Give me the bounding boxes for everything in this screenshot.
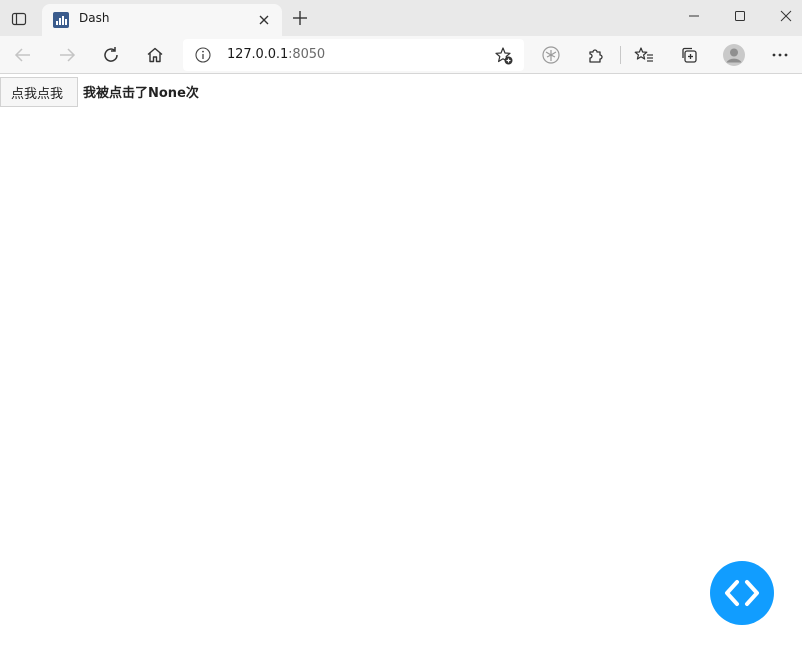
code-brackets-icon xyxy=(725,580,759,606)
url-text: 127.0.0.1:8050 xyxy=(227,47,325,62)
plus-icon[interactable] xyxy=(290,8,310,28)
url-port: :8050 xyxy=(288,47,326,62)
palm-tree-icon[interactable] xyxy=(539,43,563,67)
puzzle-icon[interactable] xyxy=(584,43,608,67)
address-bar[interactable]: 127.0.0.1:8050 xyxy=(183,39,524,71)
browser-tab-dash[interactable]: Dash xyxy=(42,4,282,36)
close-window-icon[interactable] xyxy=(774,6,798,26)
browser-toolbar: 127.0.0.1:8050 xyxy=(0,36,802,74)
star-plus-icon[interactable] xyxy=(494,46,514,66)
tab-actions-icon[interactable] xyxy=(8,8,30,30)
dash-devtools-button[interactable] xyxy=(710,561,774,625)
click-count-output: 我被点击了None次 xyxy=(83,86,199,101)
url-host: 127.0.0.1 xyxy=(227,47,289,62)
tab-strip: Dash xyxy=(0,0,802,36)
info-icon[interactable] xyxy=(195,47,211,63)
collections-icon[interactable] xyxy=(677,43,701,67)
dash-bar-chart-icon xyxy=(53,12,69,28)
forward-arrow-icon[interactable] xyxy=(55,43,79,67)
avatar-icon[interactable] xyxy=(722,43,746,67)
maximize-icon[interactable] xyxy=(728,6,752,26)
home-icon[interactable] xyxy=(143,43,167,67)
back-arrow-icon[interactable] xyxy=(11,43,35,67)
favorites-list-icon[interactable] xyxy=(632,43,656,67)
click-me-button[interactable]: 点我点我 xyxy=(0,77,79,107)
minimize-icon[interactable] xyxy=(682,6,706,26)
tab-title: Dash xyxy=(79,11,110,25)
close-icon[interactable] xyxy=(256,12,272,28)
page-content: 点我点我 我被点击了None次 xyxy=(0,75,802,654)
refresh-icon[interactable] xyxy=(99,43,123,67)
more-dots-icon[interactable] xyxy=(768,43,792,67)
toolbar-divider xyxy=(620,46,621,64)
